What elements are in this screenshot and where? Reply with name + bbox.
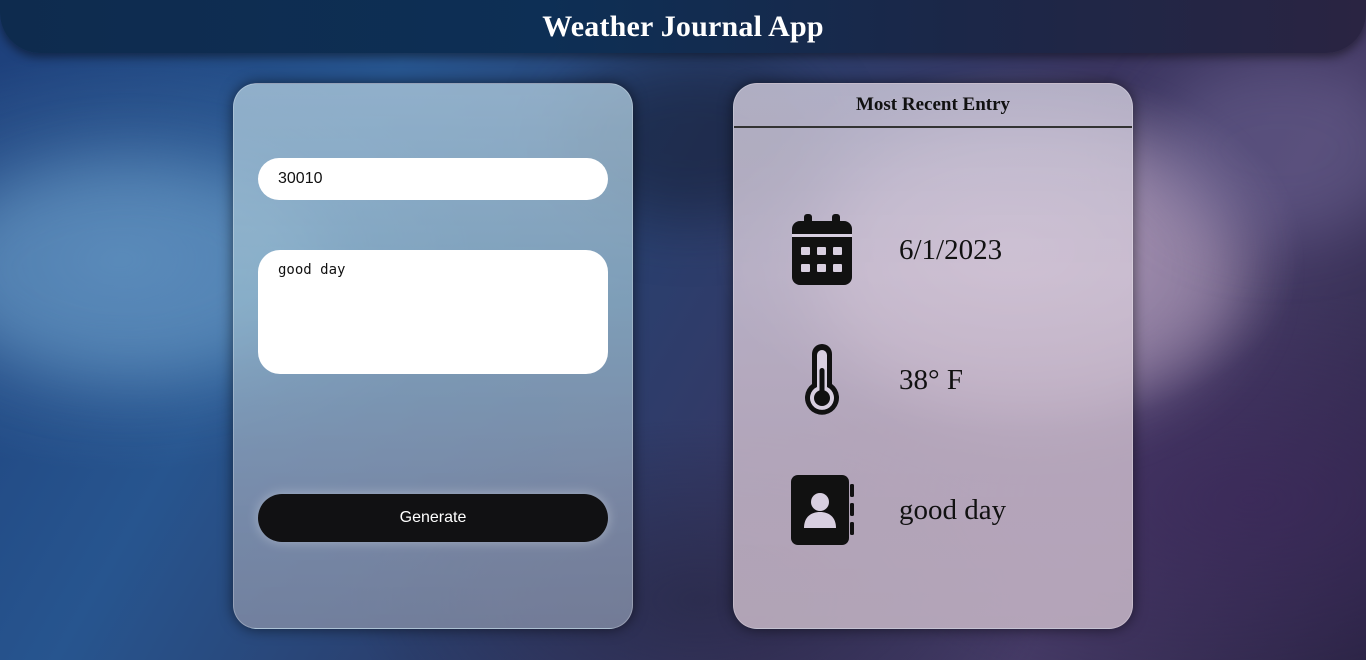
entry-content: good day: [899, 493, 1007, 526]
entry-date: 6/1/2023: [899, 233, 1003, 266]
page-title: Weather Journal App: [542, 9, 824, 43]
entry-temp-row: 38° F: [734, 340, 1132, 420]
entry-temp: 38° F: [899, 363, 963, 396]
app-header: Weather Journal App: [0, 0, 1366, 53]
journal-form-card: good day Generate: [233, 83, 633, 629]
recent-entry-card: Most Recent Entry 6/1/2023 38° F good da…: [733, 83, 1133, 629]
calendar-icon: [786, 210, 858, 290]
background-cloud: [1150, 60, 1366, 240]
entry-title: Most Recent Entry: [734, 84, 1132, 128]
entry-date-row: 6/1/2023: [734, 210, 1132, 290]
feelings-textarea[interactable]: good day: [258, 250, 608, 374]
zip-input[interactable]: [258, 158, 608, 200]
entry-content-row: good day: [734, 470, 1132, 550]
generate-button[interactable]: Generate: [258, 494, 608, 542]
thermometer-icon: [786, 340, 858, 420]
contact-book-icon: [786, 470, 858, 550]
